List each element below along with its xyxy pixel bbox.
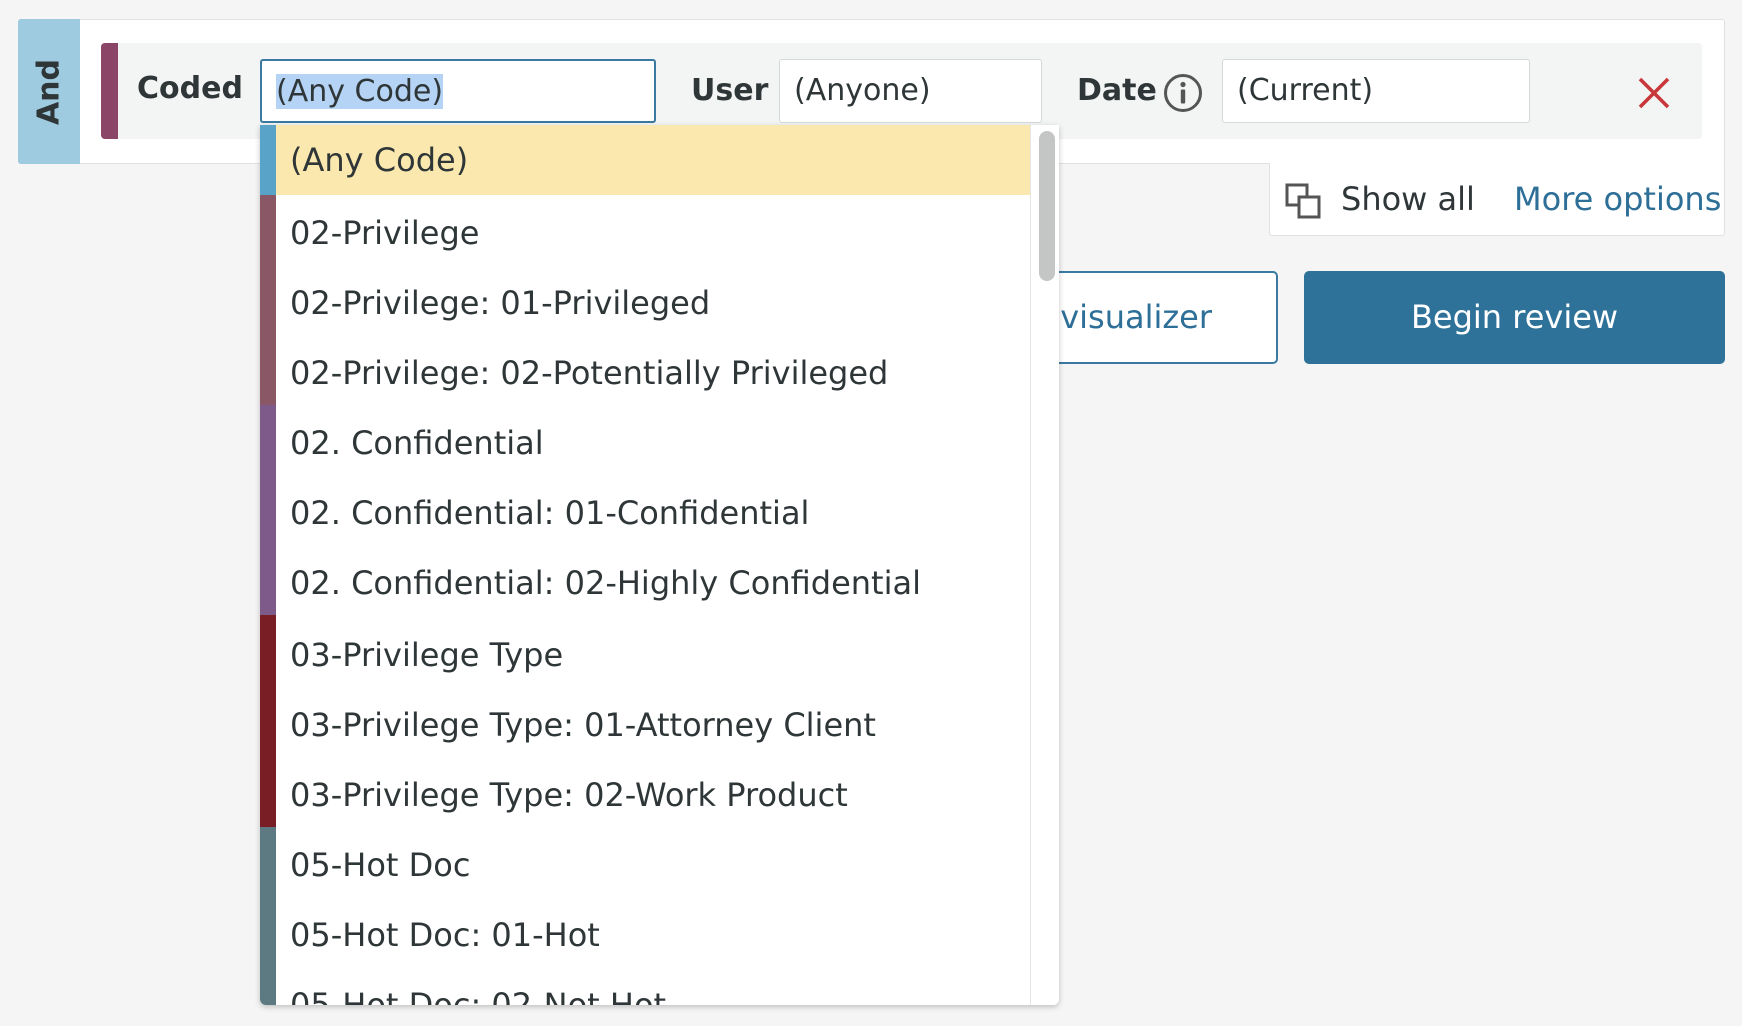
info-icon[interactable] (1163, 73, 1203, 113)
group-operator-label: And (31, 58, 67, 125)
show-all-button[interactable]: Show all (1341, 180, 1475, 218)
date-label: Date (1077, 73, 1157, 108)
dropdown-item[interactable]: 05-Hot Doc: 01-Hot (276, 900, 1030, 970)
dropdown-item[interactable]: 03-Privilege Type: 01-Attorney Client (276, 690, 1030, 760)
dropdown-item[interactable]: 02-Privilege (276, 198, 1030, 268)
show-all-icon[interactable] (1285, 183, 1323, 221)
more-options-link[interactable]: More options (1514, 180, 1721, 218)
user-input[interactable]: (Anyone) (779, 59, 1042, 123)
user-label: User (691, 73, 769, 108)
dropdown-item[interactable]: 05-Hot Doc: 02-Not Hot (276, 970, 1030, 1005)
code-dropdown: (Any Code) 02-Privilege 02-Privilege: 01… (260, 125, 1059, 1005)
dropdown-color-bar (260, 125, 276, 195)
dropdown-item[interactable]: 02-Privilege: 01-Privileged (276, 268, 1030, 338)
date-input[interactable]: (Current) (1222, 59, 1530, 123)
dropdown-color-bar (260, 405, 276, 615)
dropdown-color-bar (260, 615, 276, 827)
condition-row-accent (101, 43, 118, 139)
dropdown-item[interactable]: 03-Privilege Type (276, 620, 1030, 690)
close-icon[interactable] (1637, 76, 1671, 110)
dropdown-color-bar (260, 827, 276, 1005)
coded-input[interactable]: (Any Code) (260, 59, 656, 123)
dropdown-item[interactable]: 02. Confidential: 02-Highly Confidential (276, 548, 1030, 618)
dropdown-item[interactable]: 02. Confidential: 01-Confidential (276, 478, 1030, 548)
dropdown-color-bar (260, 195, 276, 405)
group-operator-tab[interactable]: And (18, 19, 80, 164)
dropdown-item[interactable]: 02-Privilege: 02-Potentially Privileged (276, 338, 1030, 408)
dropdown-item-any-code[interactable]: (Any Code) (276, 125, 1030, 195)
dropdown-scrollbar-thumb[interactable] (1039, 131, 1055, 281)
dropdown-item[interactable]: 02. Confidential (276, 408, 1030, 478)
begin-review-button[interactable]: Begin review (1304, 271, 1725, 364)
dropdown-item[interactable]: 03-Privilege Type: 02-Work Product (276, 760, 1030, 830)
coded-input-value: (Any Code) (276, 74, 444, 109)
dropdown-item[interactable]: 05-Hot Doc (276, 830, 1030, 900)
coded-label: Coded (137, 71, 243, 106)
